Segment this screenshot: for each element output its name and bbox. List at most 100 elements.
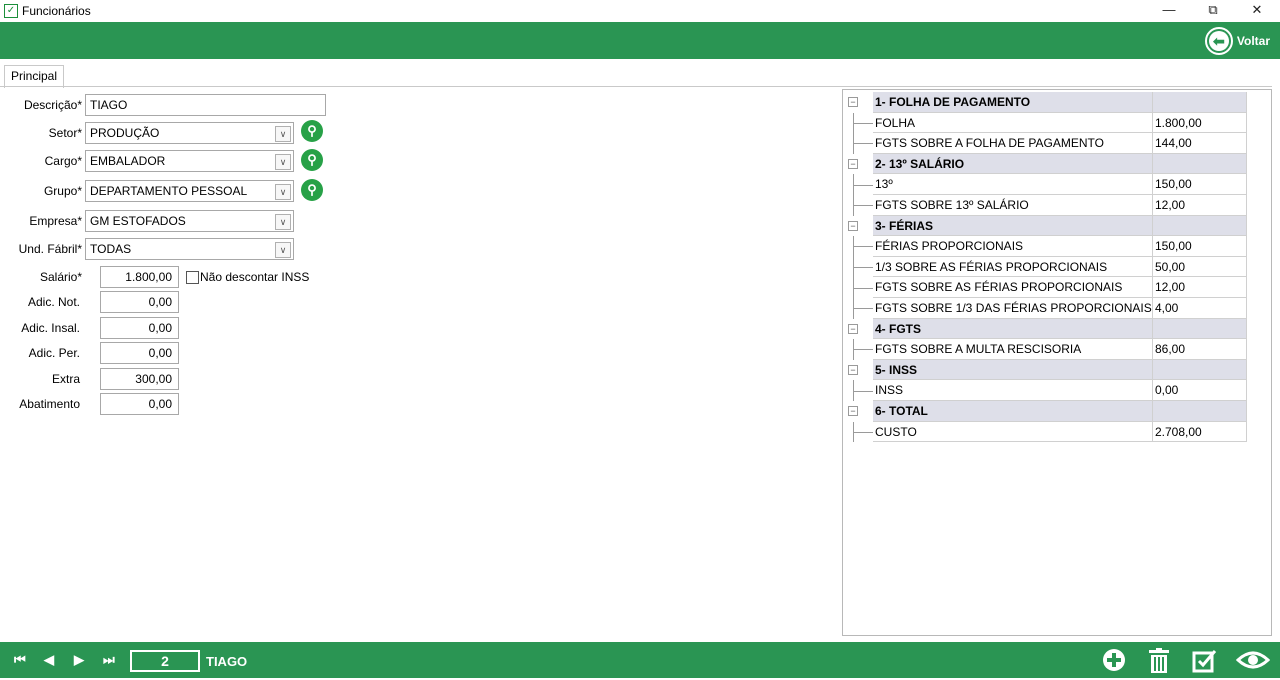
grupo-select[interactable]: DEPARTAMENTO PESSOAL ∨: [85, 180, 294, 202]
adic-insal-row: Adic. Insal.: [0, 317, 80, 339]
cost-group-row[interactable]: − 4- FGTS: [843, 318, 1247, 340]
chevron-down-icon[interactable]: ∨: [275, 184, 291, 200]
tree-connector: [843, 421, 873, 443]
chevron-down-icon[interactable]: ∨: [275, 154, 291, 170]
cargo-search-button[interactable]: ⚲: [301, 149, 323, 171]
tree-connector: −: [843, 216, 873, 237]
edit-check-icon: [1192, 650, 1217, 673]
cost-item-value: 2.708,00: [1153, 421, 1247, 443]
setor-search-button[interactable]: ⚲: [301, 120, 323, 142]
tree-connector: −: [843, 401, 873, 422]
cost-group-title: 2- 13º SALÁRIO: [873, 153, 1153, 175]
minimize-button[interactable]: —: [1150, 0, 1188, 22]
cost-group-value: [1153, 92, 1247, 113]
cost-item-row[interactable]: FGTS SOBRE A FOLHA DE PAGAMENTO 144,00: [843, 133, 1247, 154]
collapse-icon[interactable]: −: [848, 323, 858, 334]
cost-group-title: 4- FGTS: [873, 318, 1153, 340]
record-number-input[interactable]: 2: [130, 650, 200, 672]
first-record-button[interactable]: ⏮: [14, 652, 26, 668]
salario-row: Salário*: [0, 266, 82, 288]
delete-button[interactable]: [1146, 648, 1172, 674]
collapse-icon[interactable]: −: [848, 406, 858, 416]
cost-group-row[interactable]: − 1- FOLHA DE PAGAMENTO: [843, 92, 1247, 113]
collapse-icon[interactable]: −: [848, 158, 858, 169]
cost-group-row[interactable]: − 6- TOTAL: [843, 401, 1247, 422]
window-titlebar: ✓ Funcionários — ⧉ ✕: [0, 0, 1280, 22]
cost-item-row[interactable]: 13º 150,00: [843, 174, 1247, 195]
record-name: TIAGO: [206, 654, 248, 669]
cost-grid: −1- FOLHA DE PAGAMENTO FOLHA 1.800,00 FGTS …: [842, 89, 1272, 636]
adic-per-row: Adic. Per.: [0, 342, 80, 364]
cargo-value: EMBALADOR: [90, 154, 166, 168]
tab-principal[interactable]: Principal: [4, 65, 65, 88]
cost-item-description: FGTS SOBRE A MULTA RESCISORIA: [873, 339, 1153, 360]
previous-record-button[interactable]: ◀: [44, 652, 54, 668]
add-button[interactable]: [1101, 648, 1127, 674]
adic-per-input[interactable]: 0,00: [100, 342, 179, 364]
cost-group-value: [1153, 359, 1247, 381]
tree-connector: −: [843, 154, 873, 175]
tree-connector: [843, 174, 873, 195]
cost-item-row[interactable]: 1/3 SOBRE AS FÉRIAS PROPORCIONAIS 50,00: [843, 256, 1247, 278]
chevron-down-icon[interactable]: ∨: [275, 214, 291, 230]
salario-input[interactable]: 1.800,00: [100, 266, 179, 288]
empresa-select[interactable]: GM ESTOFADOS ∨: [85, 210, 294, 232]
cargo-select[interactable]: EMBALADOR ∨: [85, 150, 294, 172]
extra-row: Extra: [0, 368, 80, 390]
collapse-icon[interactable]: −: [848, 220, 858, 231]
cost-item-value: 50,00: [1153, 256, 1247, 278]
grupo-label: Grupo*: [43, 184, 82, 198]
chevron-down-icon[interactable]: ∨: [275, 242, 291, 258]
close-button[interactable]: ✕: [1238, 0, 1276, 22]
cost-item-row[interactable]: INSS 0,00: [843, 380, 1247, 401]
last-record-button[interactable]: ⏭: [103, 652, 115, 668]
adic-not-row: Adic. Not.: [0, 291, 80, 313]
cost-item-row[interactable]: FGTS SOBRE A MULTA RESCISORIA 86,00: [843, 339, 1247, 360]
cost-item-value: 150,00: [1153, 236, 1247, 257]
cost-item-row[interactable]: FGTS SOBRE AS FÉRIAS PROPORCIONAIS 12,00: [843, 277, 1247, 298]
cost-item-description: INSS: [873, 380, 1153, 401]
adic-not-label: Adic. Not.: [27, 295, 80, 309]
edit-button[interactable]: [1192, 648, 1218, 674]
checkbox-app-icon: ✓: [4, 4, 18, 18]
cost-item-row[interactable]: CUSTO 2.708,00: [843, 421, 1247, 443]
collapse-icon[interactable]: −: [848, 364, 858, 375]
grupo-value: DEPARTAMENTO PESSOAL: [90, 184, 248, 198]
cost-group-value: [1153, 215, 1247, 237]
grupo-search-button[interactable]: ⚲: [301, 179, 323, 201]
chevron-down-icon[interactable]: ∨: [275, 126, 291, 142]
nao-descontar-inss-checkbox[interactable]: [186, 271, 199, 284]
adic-insal-input[interactable]: 0,00: [100, 317, 179, 339]
cost-item-row[interactable]: FOLHA 1.800,00: [843, 112, 1247, 134]
restore-button[interactable]: ⧉: [1194, 0, 1232, 22]
cost-item-description: CUSTO: [873, 421, 1153, 443]
cost-item-row[interactable]: FGTS SOBRE 13º SALÁRIO 12,00: [843, 195, 1247, 216]
cost-item-description: FGTS SOBRE 13º SALÁRIO: [873, 195, 1153, 216]
cost-item-description: FGTS SOBRE A FOLHA DE PAGAMENTO: [873, 133, 1153, 154]
cost-item-row[interactable]: FÉRIAS PROPORCIONAIS 150,00: [843, 236, 1247, 257]
cost-group-row[interactable]: − 3- FÉRIAS: [843, 215, 1247, 237]
trash-icon: [1149, 648, 1169, 673]
next-record-button[interactable]: ▶: [74, 652, 84, 668]
back-button[interactable]: ⬅ Voltar: [1204, 27, 1270, 55]
cost-item-row[interactable]: FGTS SOBRE 1/3 DAS FÉRIAS PROPORCIONAIS 4…: [843, 298, 1247, 319]
extra-input[interactable]: 300,00: [100, 368, 179, 390]
search-icon: ⚲: [307, 182, 317, 197]
tree-connector: [843, 277, 873, 298]
adic-insal-label: Adic. Insal.: [21, 321, 80, 335]
collapse-icon[interactable]: −: [848, 97, 858, 107]
cost-group-row[interactable]: − 2- 13º SALÁRIO: [843, 153, 1247, 175]
abatimento-input[interactable]: 0,00: [100, 393, 179, 415]
und-fabril-select[interactable]: TODAS ∨: [85, 238, 294, 260]
cost-item-value: 86,00: [1153, 339, 1247, 360]
cost-group-row[interactable]: − 5- INSS: [843, 359, 1247, 381]
setor-select[interactable]: PRODUÇÃO ∨: [85, 122, 294, 144]
adic-not-input[interactable]: 0,00: [100, 291, 179, 313]
abatimento-label: Abatimento: [19, 397, 80, 411]
cargo-label: Cargo*: [44, 154, 82, 168]
descricao-input[interactable]: TIAGO: [85, 94, 326, 116]
tree-connector: [843, 298, 873, 319]
view-button[interactable]: [1235, 648, 1271, 674]
tree-connector: [843, 339, 873, 360]
top-toolbar: ⬅ Voltar: [0, 22, 1280, 59]
